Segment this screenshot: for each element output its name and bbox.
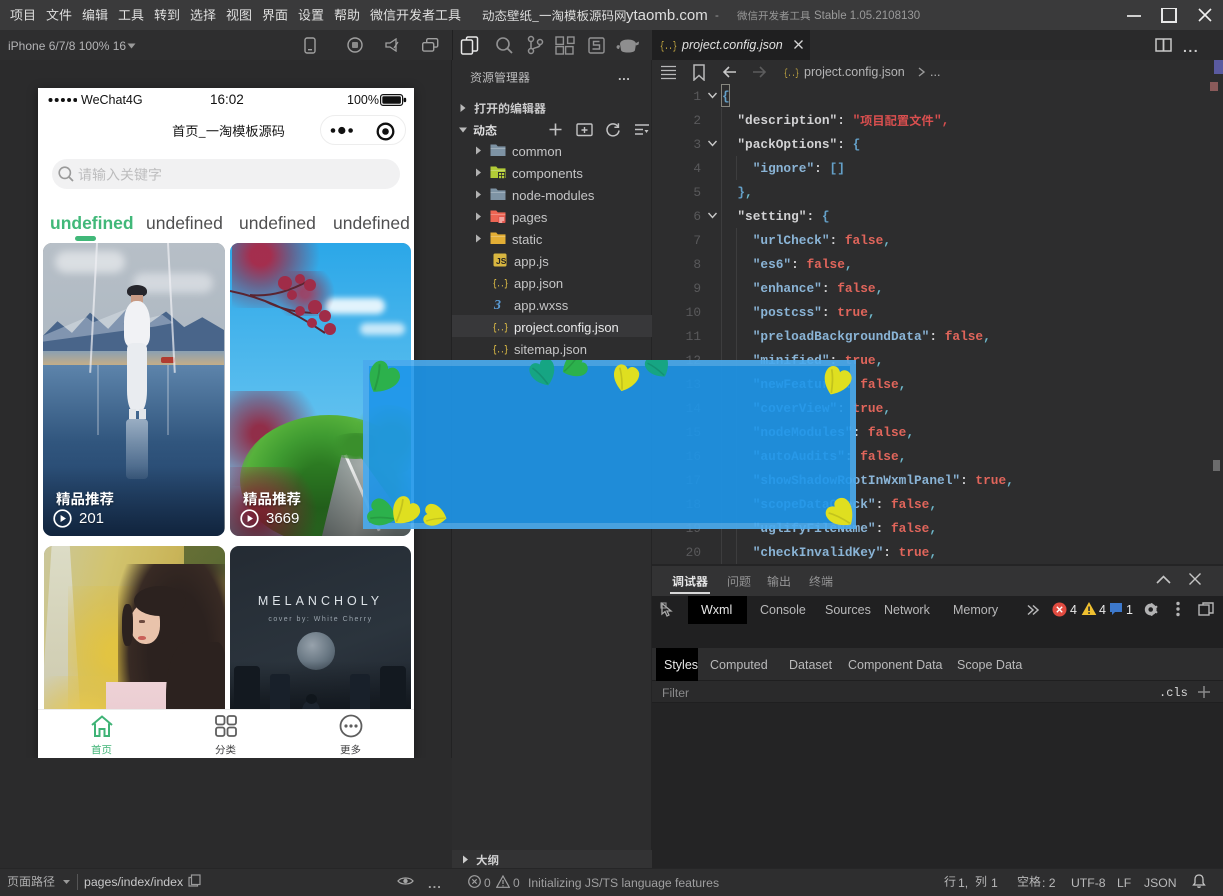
svg-text:JS: JS [496, 256, 507, 266]
svg-text:3: 3 [493, 298, 501, 311]
svg-text:{..}: {..} [493, 279, 508, 290]
svg-text:{..}: {..} [493, 345, 508, 356]
svg-text:{..}: {..} [784, 68, 799, 79]
svg-text:{..}: {..} [660, 41, 677, 52]
svg-text:{..}: {..} [493, 323, 508, 334]
